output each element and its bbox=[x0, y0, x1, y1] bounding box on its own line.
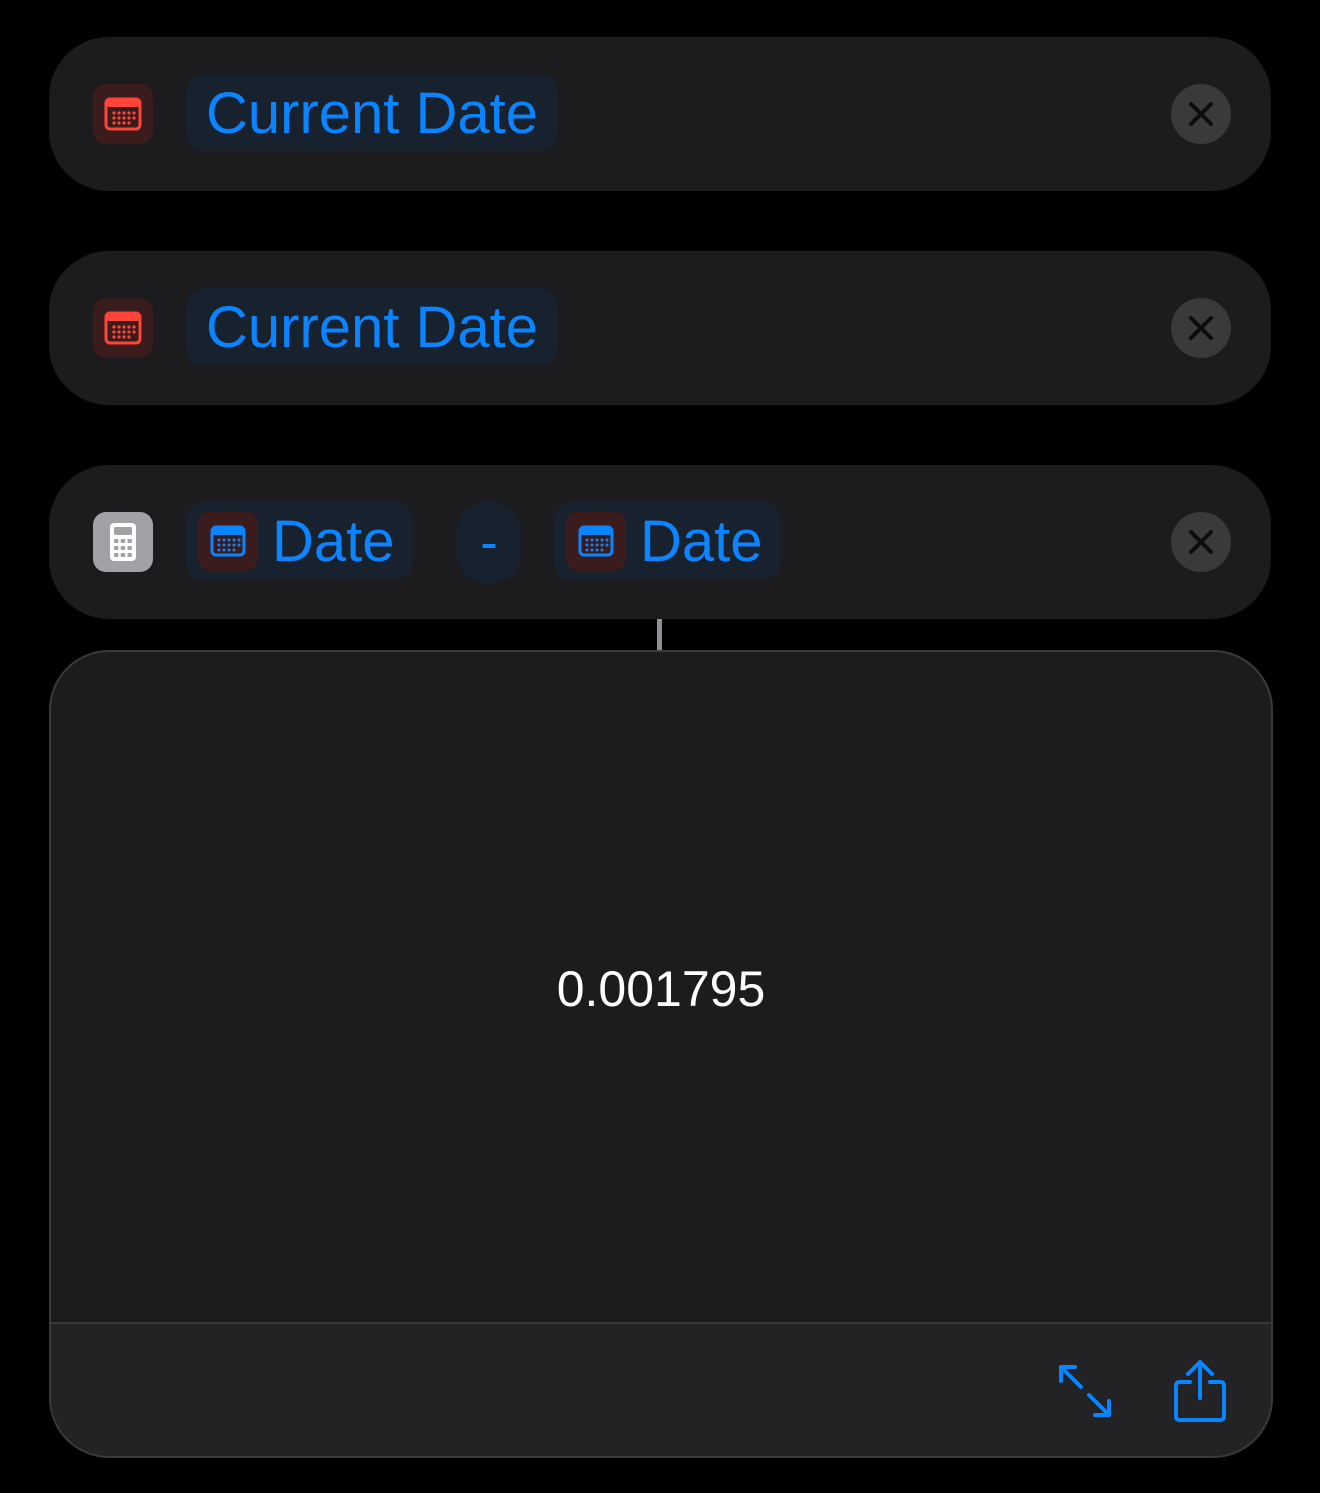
operator-label: - bbox=[480, 514, 498, 572]
operator-button[interactable]: - bbox=[457, 502, 521, 584]
current-date-label: Current Date bbox=[206, 294, 539, 360]
operand-a-label: Date bbox=[272, 508, 395, 574]
calendar-icon bbox=[198, 511, 258, 571]
calculator-icon bbox=[93, 512, 153, 572]
current-date-token[interactable]: Current Date bbox=[186, 288, 559, 366]
share-icon bbox=[1174, 1360, 1226, 1422]
expand-icon bbox=[1059, 1365, 1111, 1417]
action-current-date-2[interactable]: Current Date bbox=[49, 251, 1271, 405]
close-icon bbox=[1189, 102, 1213, 126]
share-button[interactable] bbox=[1165, 1356, 1235, 1426]
close-icon bbox=[1189, 316, 1213, 340]
result-toolbar bbox=[51, 1322, 1271, 1456]
current-date-token[interactable]: Current Date bbox=[186, 74, 559, 152]
result-panel: 0.001795 bbox=[49, 650, 1273, 1458]
operand-b-label: Date bbox=[640, 508, 763, 574]
calendar-icon bbox=[93, 84, 153, 144]
action-calculate[interactable]: Date - Date bbox=[49, 465, 1271, 619]
operand-a-token[interactable]: Date bbox=[186, 502, 413, 580]
remove-action-button[interactable] bbox=[1171, 512, 1231, 572]
action-current-date-1[interactable]: Current Date bbox=[49, 37, 1271, 191]
current-date-label: Current Date bbox=[206, 80, 539, 146]
remove-action-button[interactable] bbox=[1171, 298, 1231, 358]
close-icon bbox=[1189, 530, 1213, 554]
result-connector bbox=[657, 619, 662, 650]
expand-button[interactable] bbox=[1050, 1356, 1120, 1426]
calendar-icon bbox=[93, 298, 153, 358]
remove-action-button[interactable] bbox=[1171, 84, 1231, 144]
operand-b-token[interactable]: Date bbox=[554, 502, 781, 580]
calendar-icon bbox=[566, 511, 626, 571]
result-value: 0.001795 bbox=[556, 961, 766, 1017]
